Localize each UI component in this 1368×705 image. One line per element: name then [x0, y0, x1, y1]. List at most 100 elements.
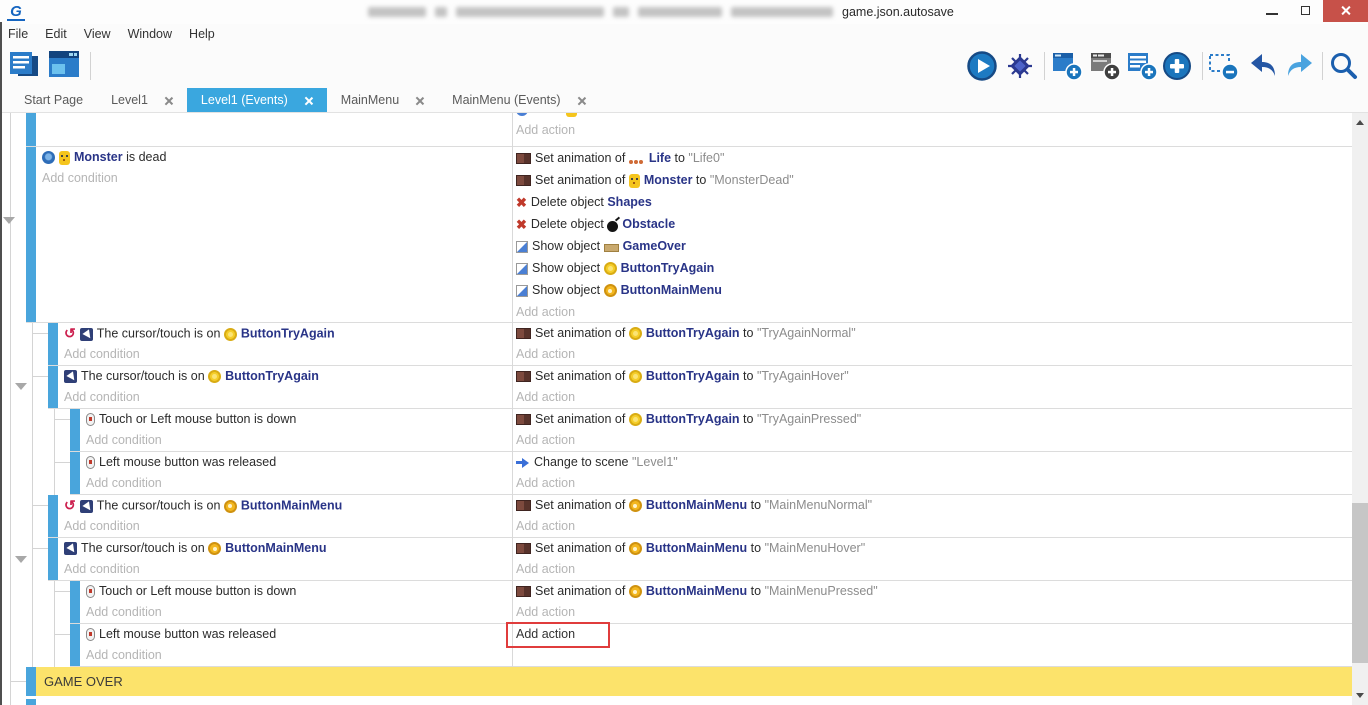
debug-icon[interactable] — [1004, 50, 1036, 82]
set-animation-icon — [516, 175, 531, 186]
blurred-project-path — [435, 7, 447, 17]
action-show-object[interactable]: Show object GameOver — [512, 235, 1352, 257]
event-mouse-down-mainmenu[interactable]: Touch or Left mouse button is down Add c… — [70, 581, 1352, 624]
highlight-red-box — [506, 622, 610, 648]
blurred-project-path — [731, 7, 833, 17]
tab-mainmenu[interactable]: MainMenu — [327, 88, 438, 112]
close-icon[interactable] — [164, 96, 173, 105]
scroll-up-icon[interactable] — [1356, 120, 1364, 125]
collapse-arrow-icon[interactable] — [15, 556, 27, 563]
add-action-button[interactable]: Add action — [512, 430, 1352, 451]
add-event-icon[interactable] — [1051, 50, 1083, 82]
set-animation-icon — [516, 543, 531, 554]
close-button[interactable] — [1323, 0, 1368, 22]
action-set-animation[interactable]: Set animation of ButtonTryAgain to "TryA… — [512, 323, 1352, 344]
action-set-animation[interactable]: Set animation of ButtonMainMenu to "Main… — [512, 581, 1352, 602]
comment-game-over[interactable]: GAME OVER — [26, 667, 1352, 696]
event-cursor-on-tryagain[interactable]: The cursor/touch is on ButtonTryAgain Ad… — [48, 366, 1352, 409]
event-monster-is-dead[interactable]: Monster is dead Add condition Set animat… — [26, 147, 1352, 323]
set-animation-icon — [516, 328, 531, 339]
blurred-project-path — [456, 7, 604, 17]
add-action-button[interactable]: Add action — [512, 602, 1352, 623]
events-sheet: Add condition Make Monster blink for 1.5… — [0, 113, 1352, 705]
scene-editor-window-icon[interactable] — [48, 50, 80, 82]
search-icon[interactable] — [1328, 50, 1360, 82]
blurred-project-path — [613, 7, 629, 17]
action-set-animation[interactable]: Set animation of Life to "Life0" — [512, 147, 1352, 169]
scroll-down-icon[interactable] — [1356, 693, 1364, 698]
event-cursor-on-tryagain-inverted[interactable]: The cursor/touch is on ButtonTryAgain Ad… — [48, 323, 1352, 366]
gdevelop-logo-icon: G — [7, 3, 25, 21]
delete-icon — [516, 214, 527, 235]
show-object-icon — [516, 285, 528, 297]
add-event-circle-icon[interactable] — [1161, 50, 1193, 82]
conditions-actions-divider — [512, 113, 513, 667]
event-selection-bar — [70, 409, 80, 451]
event-mouse-down-tryagain[interactable]: Touch or Left mouse button is down Add c… — [70, 409, 1352, 452]
cursor-touch-icon — [80, 500, 93, 513]
close-icon[interactable] — [415, 96, 424, 105]
action-blink[interactable]: Make Monster blink for 1.5 seconds — [512, 113, 1352, 120]
add-comment-icon[interactable] — [1126, 50, 1158, 82]
menu-window[interactable]: Window — [128, 27, 172, 41]
set-animation-icon — [516, 371, 531, 382]
close-icon[interactable] — [577, 96, 586, 105]
restore-button[interactable] — [1289, 0, 1323, 22]
add-sub-event-icon[interactable] — [1089, 50, 1121, 82]
behavior-icon — [42, 151, 55, 164]
life-icon — [629, 153, 645, 165]
event-cursor-on-mainmenu-inverted[interactable]: The cursor/touch is on ButtonMainMenu Ad… — [48, 495, 1352, 538]
event-cursor-on-mainmenu[interactable]: The cursor/touch is on ButtonMainMenu Ad… — [48, 538, 1352, 581]
add-action-button[interactable]: Add action — [512, 301, 1352, 323]
collapse-arrow-icon[interactable] — [15, 383, 27, 390]
scrollbar-thumb[interactable] — [1352, 503, 1368, 663]
cursor-touch-icon — [64, 370, 77, 383]
event-mouse-released-mainmenu[interactable]: Left mouse button was released Add condi… — [70, 624, 1352, 667]
add-action-button[interactable]: Add action — [512, 344, 1352, 365]
action-set-animation[interactable]: Set animation of ButtonTryAgain to "TryA… — [512, 409, 1352, 430]
undo-icon[interactable] — [1247, 50, 1279, 82]
action-delete-object[interactable]: Delete object Shapes — [512, 191, 1352, 213]
close-icon[interactable] — [304, 96, 313, 105]
tab-level1-events[interactable]: Level1 (Events) — [187, 88, 327, 112]
add-action-button[interactable]: Add action — [512, 387, 1352, 408]
button-tryagain-icon — [208, 370, 221, 383]
menu-edit[interactable]: Edit — [45, 27, 67, 41]
tab-level1[interactable]: Level1 — [97, 88, 187, 112]
minimize-button[interactable] — [1255, 0, 1289, 22]
event-row[interactable]: Add condition Make Monster blink for 1.5… — [26, 113, 1352, 147]
action-set-animation[interactable]: Set animation of ButtonMainMenu to "Main… — [512, 538, 1352, 559]
menu-view[interactable]: View — [84, 27, 111, 41]
tab-start-page[interactable]: Start Page — [10, 88, 97, 112]
add-action-button-highlighted[interactable]: Add action — [512, 624, 1352, 645]
event-mouse-released-tryagain[interactable]: Left mouse button was released Add condi… — [70, 452, 1352, 495]
action-set-animation[interactable]: Set animation of ButtonMainMenu to "Main… — [512, 495, 1352, 516]
button-tryagain-icon — [629, 327, 642, 340]
action-show-object[interactable]: Show object ButtonTryAgain — [512, 257, 1352, 279]
action-set-animation[interactable]: Set animation of ButtonTryAgain to "TryA… — [512, 366, 1352, 387]
play-icon[interactable] — [966, 50, 998, 82]
add-action-button[interactable]: Add action — [512, 516, 1352, 537]
action-change-scene[interactable]: Change to scene "Level1" — [512, 452, 1352, 473]
redo-icon[interactable] — [1284, 50, 1316, 82]
event-selection-bar — [70, 581, 80, 623]
add-action-button[interactable]: Add action — [512, 473, 1352, 494]
collapse-arrow-icon[interactable] — [3, 217, 15, 224]
remove-event-icon[interactable] — [1207, 50, 1239, 82]
menu-file[interactable]: File — [8, 27, 28, 41]
action-delete-object[interactable]: Delete object Obstacle — [512, 213, 1352, 235]
invert-condition-icon — [64, 495, 76, 516]
menu-bar: File Edit View Window Help — [0, 24, 1368, 44]
project-manager-icon[interactable] — [8, 50, 40, 82]
menu-help[interactable]: Help — [189, 27, 215, 41]
blurred-project-path — [368, 7, 426, 17]
add-action-button[interactable]: Add action — [512, 120, 1352, 141]
monster-icon — [629, 174, 640, 188]
action-show-object[interactable]: Show object ButtonMainMenu — [512, 279, 1352, 301]
event-selection-bar — [48, 538, 58, 580]
action-set-animation[interactable]: Set animation of Monster to "MonsterDead… — [512, 169, 1352, 191]
vertical-scrollbar[interactable] — [1352, 113, 1368, 705]
tab-mainmenu-events[interactable]: MainMenu (Events) — [438, 88, 599, 112]
tree-connector — [54, 462, 70, 463]
add-action-button[interactable]: Add action — [512, 559, 1352, 580]
